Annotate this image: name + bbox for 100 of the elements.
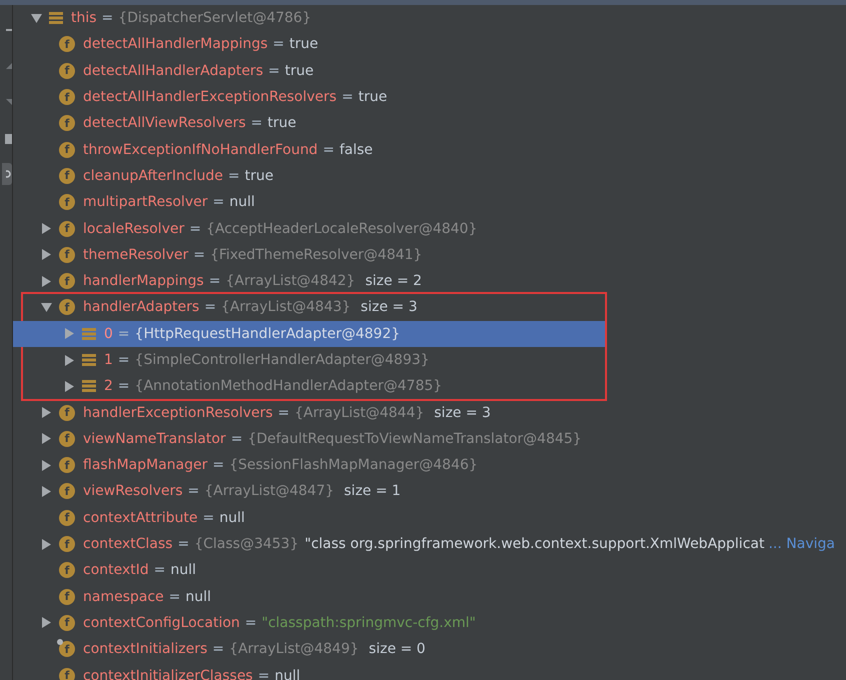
- variable-row[interactable]: f contextClass = {Class@3453} "class org.springframework.web.context.support.XmlWebApplicat ... Naviga: [13, 530, 846, 558]
- object-reference: {ArrayList@4842}: [226, 273, 356, 290]
- field-icon: f: [59, 483, 75, 500]
- variable-row[interactable]: this = {DispatcherServlet@4786}: [13, 5, 846, 32]
- variable-row[interactable]: f themeResolver = {FixedThemeResolver@4841}: [13, 242, 846, 268]
- equals-sign: =: [272, 36, 284, 52]
- object-reference: {HttpRequestHandlerAdapter@4892}: [134, 326, 400, 342]
- equals-sign: =: [230, 430, 243, 447]
- variable-row[interactable]: f localeResolver = {AcceptHeaderLocaleResolver@4840}: [13, 215, 846, 242]
- size-label: size = 1: [344, 483, 401, 500]
- variable-value: true: [284, 62, 314, 79]
- variable-row[interactable]: f handlerMappings = {ArrayList@4842} size = 2: [13, 268, 846, 294]
- value-detail: "class org.springframework.web.context.support.XmlWebApplicat: [304, 536, 764, 552]
- field-icon: f: [59, 115, 75, 132]
- variable-name: contextId: [83, 562, 149, 578]
- equals-sign: =: [228, 168, 240, 184]
- variable-row[interactable]: f handlerExceptionResolvers = {ArrayList@4844} size = 3: [13, 399, 846, 426]
- field-icon: f: [59, 168, 75, 184]
- expand-arrow-icon[interactable]: [40, 407, 52, 418]
- equals-sign: =: [208, 273, 221, 290]
- equals-sign: =: [118, 378, 130, 394]
- object-reference: {SimpleControllerHandlerAdapter@4893}: [134, 352, 430, 368]
- variable-value: true: [358, 89, 388, 106]
- equals-sign: =: [193, 246, 206, 263]
- object-reference: {Class@3453}: [194, 536, 299, 552]
- variable-name: detectAllHandlerMappings: [83, 36, 268, 52]
- equals-sign: =: [202, 510, 214, 526]
- variable-row[interactable]: f viewNameTranslator = {DefaultRequestToViewNameTranslator@4845}: [13, 426, 846, 452]
- size-label: size = 0: [368, 641, 426, 658]
- field-icon: f: [59, 668, 75, 680]
- variable-value: null: [170, 562, 196, 578]
- clipboard-icon[interactable]: [5, 132, 12, 144]
- variable-value: null: [229, 194, 255, 210]
- string-value: "classpath:springmvc-cfg.xml": [262, 614, 476, 631]
- variable-row[interactable]: f cleanupAfterInclude = true: [13, 162, 846, 190]
- variable-value: false: [339, 142, 373, 158]
- variable-row[interactable]: 0 = {HttpRequestHandlerAdapter@4892}: [13, 320, 605, 347]
- field-icon: f: [59, 430, 75, 447]
- object-reference: {ArrayList@4844}: [294, 404, 424, 421]
- equals-sign: =: [204, 299, 216, 316]
- expand-arrow-icon[interactable]: [40, 433, 52, 444]
- equals-sign: =: [278, 404, 290, 421]
- expand-arrow-icon[interactable]: [40, 276, 52, 287]
- expand-arrow-icon[interactable]: [40, 538, 52, 550]
- expand-arrow-icon[interactable]: [40, 617, 52, 628]
- field-icon: f: [59, 220, 75, 237]
- variable-row[interactable]: f handlerAdapters = {ArrayList@4843} size = 3: [13, 294, 605, 321]
- field-icon: f: [59, 641, 75, 658]
- variable-value: true: [289, 36, 318, 52]
- field-icon: f: [59, 62, 75, 79]
- variable-value: null: [219, 510, 245, 526]
- field-icon: f: [59, 510, 75, 526]
- variable-name: handlerExceptionResolvers: [83, 404, 273, 421]
- variable-value: null: [274, 668, 300, 680]
- equals-sign: =: [188, 483, 200, 500]
- variable-row[interactable]: 2 = {AnnotationMethodHandlerAdapter@4785}: [13, 373, 605, 400]
- variable-row[interactable]: f contextAttribute = null: [13, 504, 846, 531]
- variable-row[interactable]: f detectAllHandlerAdapters = true: [13, 58, 846, 84]
- variable-row[interactable]: f viewResolvers = {ArrayList@4847} size = 1: [13, 478, 846, 505]
- expand-arrow-icon[interactable]: [40, 249, 52, 260]
- expand-arrow-icon[interactable]: [40, 486, 52, 497]
- variable-name: namespace: [83, 588, 164, 605]
- variable-row[interactable]: f detectAllHandlerMappings = true: [13, 31, 846, 58]
- variable-row[interactable]: f namespace = null: [13, 584, 846, 610]
- variable-name: throwExceptionIfNoHandlerFound: [83, 142, 318, 158]
- variable-row[interactable]: f contextInitializerClasses = null: [13, 662, 846, 680]
- expand-arrow-icon[interactable]: [40, 460, 52, 471]
- variable-name: viewNameTranslator: [83, 430, 226, 447]
- field-icon: f: [59, 562, 75, 578]
- variable-row[interactable]: f detectAllHandlerExceptionResolvers = true: [13, 84, 846, 110]
- field-icon: f: [59, 194, 75, 210]
- equals-sign: =: [212, 641, 224, 658]
- expand-arrow-icon[interactable]: [64, 380, 74, 392]
- variable-value: null: [186, 588, 212, 605]
- variable-row[interactable]: f multipartResolver = null: [13, 189, 846, 216]
- field-icon: f: [59, 246, 75, 263]
- variable-row[interactable]: f flashMapManager = {SessionFlashMapManager@4846}: [13, 452, 846, 478]
- variable-row[interactable]: f throwExceptionIfNoHandlerFound = false: [13, 136, 846, 163]
- expand-arrow-icon[interactable]: [64, 354, 74, 366]
- object-reference: {SessionFlashMapManager@4846}: [229, 457, 478, 474]
- array-element-icon: [82, 353, 96, 367]
- variable-row[interactable]: f contextId = null: [13, 557, 846, 584]
- variable-row[interactable]: f contextInitializers = {ArrayList@4849} size = 0: [13, 636, 846, 662]
- equals-sign: =: [250, 115, 263, 132]
- variable-name: handlerAdapters: [83, 299, 200, 316]
- object-reference: {AcceptHeaderLocaleResolver@4840}: [206, 220, 478, 237]
- size-label: size = 2: [365, 273, 422, 290]
- variable-row[interactable]: f detectAllViewResolvers = true: [13, 110, 846, 136]
- collapse-arrow-icon[interactable]: [30, 12, 42, 24]
- variable-row[interactable]: f contextConfigLocation = "classpath:springmvc-cfg.xml": [13, 610, 846, 636]
- equals-sign: =: [178, 536, 190, 552]
- variable-name: detectAllHandlerAdapters: [83, 62, 264, 79]
- expand-arrow-icon[interactable]: [40, 223, 52, 234]
- variable-name: cleanupAfterInclude: [83, 168, 223, 184]
- collapse-arrow-icon[interactable]: [40, 302, 52, 313]
- equals-sign: =: [168, 588, 181, 605]
- equals-sign: =: [118, 352, 130, 368]
- array-element-icon: [82, 379, 96, 394]
- variable-row[interactable]: 1 = {SimpleControllerHandlerAdapter@4893}: [13, 346, 605, 374]
- field-icon: f: [59, 89, 75, 106]
